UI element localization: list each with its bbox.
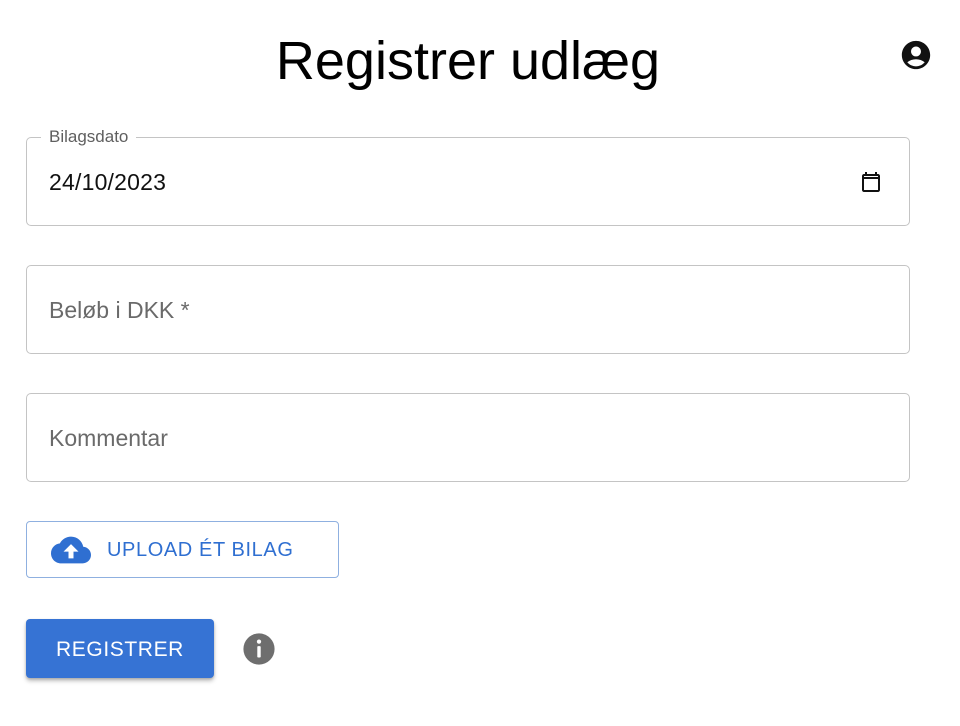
page-title: Registrer udlæg [275, 31, 661, 91]
receipt-date-value[interactable]: 24/10/2023 [49, 168, 166, 196]
cloud-upload-icon [51, 535, 91, 565]
calendar-icon[interactable] [859, 170, 883, 194]
amount-field[interactable]: Beløb i DKK * [26, 265, 910, 354]
register-button[interactable]: REGISTRER [26, 619, 214, 678]
upload-receipt-label: UPLOAD ÉT BILAG [107, 539, 294, 561]
receipt-date-field[interactable]: Bilagsdato 24/10/2023 [26, 127, 910, 226]
expense-registration-page: Registrer udlæg Bilagsdato 24/10/2023 Be… [0, 0, 960, 726]
account-circle-icon[interactable] [899, 38, 933, 72]
amount-placeholder: Beløb i DKK * [49, 297, 190, 323]
info-icon[interactable] [242, 632, 276, 666]
receipt-date-label: Bilagsdato [41, 127, 137, 147]
comment-field[interactable]: Kommentar [26, 393, 910, 482]
register-button-label: REGISTRER [56, 638, 184, 661]
comment-placeholder: Kommentar [49, 425, 168, 451]
upload-receipt-button[interactable]: UPLOAD ÉT BILAG [26, 521, 339, 578]
